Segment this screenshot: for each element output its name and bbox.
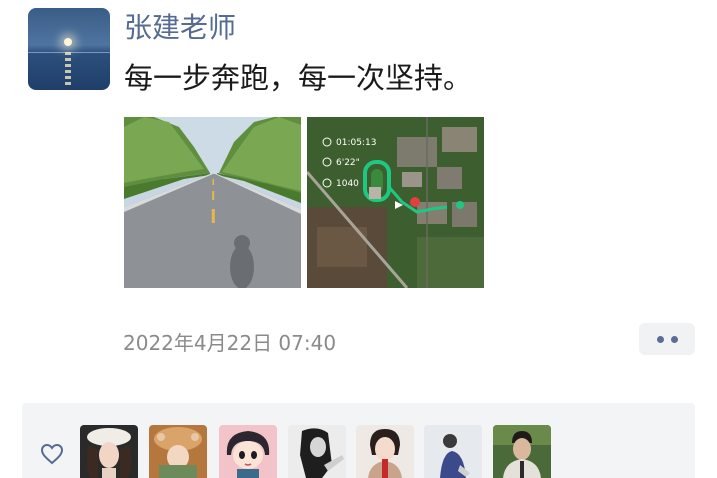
liker-avatar[interactable]	[80, 425, 138, 478]
avatar-moon	[64, 38, 72, 46]
liker-avatar-image	[356, 425, 414, 478]
more-actions-button[interactable]	[639, 323, 695, 355]
road-image	[124, 117, 301, 288]
heart-icon	[40, 443, 64, 465]
photo-run-map[interactable]: 01:05:13 6'22" 1040	[307, 117, 484, 288]
liker-avatar[interactable]	[219, 425, 277, 478]
liker-avatar-image	[424, 425, 482, 478]
author-avatar[interactable]	[28, 8, 110, 90]
more-dot-icon	[656, 335, 664, 343]
post-text: 每一步奔跑，每一次坚持。	[124, 61, 473, 95]
liker-avatar-image	[493, 425, 551, 478]
liker-avatar-image	[80, 425, 138, 478]
map-time: 01:05:13	[336, 138, 376, 148]
liker-avatar[interactable]	[356, 425, 414, 478]
avatar-moon-reflection	[65, 52, 71, 88]
author-name[interactable]: 张建老师	[124, 10, 236, 46]
liker-avatar-image	[149, 425, 207, 478]
liker-avatar[interactable]	[424, 425, 482, 478]
map-image: 01:05:13 6'22" 1040	[307, 117, 484, 288]
map-pace: 6'22"	[336, 158, 360, 168]
liker-avatar[interactable]	[288, 425, 346, 478]
liker-avatar-image	[219, 425, 277, 478]
liker-avatar[interactable]	[149, 425, 207, 478]
likes-panel	[22, 403, 695, 478]
liker-avatar-image	[288, 425, 346, 478]
post-timestamp: 2022年4月22日 07:40	[123, 331, 337, 355]
map-calories: 1040	[336, 179, 359, 189]
more-dot-icon	[670, 335, 678, 343]
liker-avatar[interactable]	[493, 425, 551, 478]
photo-road[interactable]	[124, 117, 301, 288]
